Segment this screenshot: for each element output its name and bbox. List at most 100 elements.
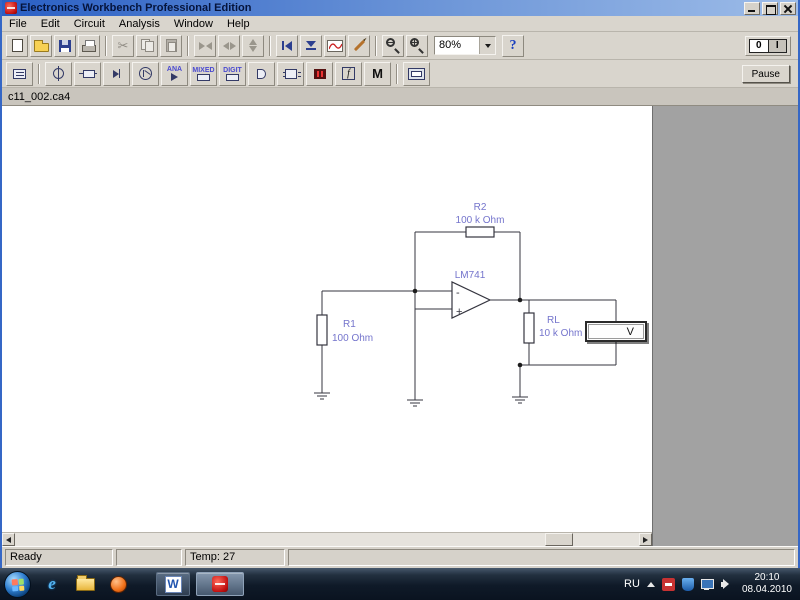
zoom-level-value[interactable]: 80% <box>435 37 479 54</box>
parts-bin-basic[interactable] <box>74 61 101 86</box>
back-step-button[interactable] <box>276 34 298 57</box>
ground-symbol-middle[interactable] <box>407 399 423 407</box>
flip-horizontal-icon <box>222 41 236 50</box>
save-button[interactable] <box>54 34 76 57</box>
start-button[interactable] <box>4 570 31 598</box>
scroll-right-button[interactable] <box>639 533 652 546</box>
ground-symbol-right[interactable] <box>512 396 528 404</box>
rl-ref-label[interactable]: RL <box>547 315 560 326</box>
r1-value-label[interactable]: 100 Ohm <box>332 333 373 344</box>
display-icon <box>313 68 326 79</box>
cut-button[interactable]: ✂ <box>112 34 134 57</box>
help-button[interactable]: ? <box>502 34 524 57</box>
opamp-ref-label[interactable]: LM741 <box>446 270 494 281</box>
flip-vertical-icon <box>249 39 257 52</box>
opamp-lm741[interactable]: - + <box>451 281 492 319</box>
document-title-bar[interactable]: c11_002.ca4 <box>2 88 798 106</box>
rl-value-label[interactable]: 10 k Ohm <box>539 328 582 339</box>
resistor-rl[interactable] <box>523 312 535 344</box>
rotate-button[interactable] <box>194 34 216 57</box>
ana-label: ANA <box>166 66 183 73</box>
ewb-icon <box>212 576 228 592</box>
menu-edit[interactable]: Edit <box>34 17 67 31</box>
tray-expand-chevron-icon[interactable] <box>646 581 655 587</box>
menu-window[interactable]: Window <box>167 17 220 31</box>
power-on-label: I <box>767 39 786 52</box>
minimize-button[interactable] <box>744 1 760 15</box>
tray-red-app-icon[interactable] <box>661 577 675 591</box>
parts-bin-digital-ics[interactable]: DIGIT <box>219 61 246 86</box>
menu-help[interactable]: Help <box>220 17 257 31</box>
system-tray: RU 20:10 08.04.2010 <box>624 572 796 596</box>
ie-launcher[interactable]: e <box>40 572 64 596</box>
ground-symbol-left[interactable] <box>314 392 330 400</box>
logic-gate-icon <box>257 68 266 79</box>
parts-bin-mixed-ics[interactable]: MIXED <box>190 61 217 86</box>
paste-button[interactable] <box>160 34 182 57</box>
power-switch[interactable]: 0 I <box>745 35 791 56</box>
tray-shield-icon[interactable] <box>681 577 694 591</box>
menu-circuit[interactable]: Circuit <box>67 17 112 31</box>
zoom-out-button[interactable] <box>382 34 404 57</box>
media-launcher[interactable] <box>106 572 130 596</box>
function-icon: f <box>342 67 355 80</box>
parts-bin-instruments[interactable] <box>403 61 430 86</box>
waveform-icon <box>327 39 343 52</box>
parts-bin-favorites[interactable] <box>6 61 33 86</box>
voltmeter[interactable]: V <box>585 321 647 342</box>
language-indicator[interactable]: RU <box>624 578 640 590</box>
resistor-r2[interactable] <box>465 226 495 238</box>
horizontal-scrollbar[interactable] <box>2 532 652 546</box>
wire-group[interactable] <box>321 231 617 400</box>
pen-icon <box>353 39 365 52</box>
toolbar-separator <box>375 35 377 56</box>
parts-bin-miscellaneous[interactable]: M <box>364 61 391 86</box>
menu-analysis[interactable]: Analysis <box>112 17 167 31</box>
parts-bin-digital[interactable] <box>277 61 304 86</box>
open-button[interactable] <box>30 34 52 57</box>
close-button[interactable] <box>780 1 796 15</box>
export-button[interactable] <box>300 34 322 57</box>
pause-button[interactable]: Pause <box>741 64 790 83</box>
display-graphs-button[interactable] <box>324 34 346 57</box>
properties-button[interactable] <box>348 34 370 57</box>
save-floppy-icon <box>59 39 71 52</box>
document-tab[interactable]: c11_002.ca4 <box>8 91 70 103</box>
taskbar-clock[interactable]: 20:10 08.04.2010 <box>742 572 792 596</box>
network-icon[interactable] <box>700 578 714 590</box>
scroll-left-button[interactable] <box>2 533 15 546</box>
new-button[interactable] <box>6 34 28 57</box>
parts-bin-analog-ics[interactable]: ANA <box>161 61 188 86</box>
zoom-dropdown-button[interactable] <box>479 37 495 54</box>
title-bar[interactable]: Electronics Workbench Professional Editi… <box>2 0 798 16</box>
r1-ref-label[interactable]: R1 <box>343 319 356 330</box>
r2-ref-label[interactable]: R2 <box>457 202 503 213</box>
chip-icon <box>197 73 210 81</box>
zoom-level-select[interactable]: 80% <box>434 36 496 55</box>
parts-bin-transistors[interactable] <box>132 61 159 86</box>
taskbar-button-ewb-active[interactable] <box>196 572 244 596</box>
explorer-launcher[interactable] <box>73 572 97 596</box>
flip-vertical-button[interactable] <box>242 34 264 57</box>
parts-bin-diodes[interactable] <box>103 61 130 86</box>
print-button[interactable] <box>78 34 100 57</box>
zoom-in-icon <box>409 38 425 54</box>
maximize-button[interactable] <box>762 1 778 15</box>
parts-bin-indicators[interactable] <box>306 61 333 86</box>
menu-bar: File Edit Circuit Analysis Window Help <box>2 16 798 32</box>
parts-bin-logic-gates[interactable] <box>248 61 275 86</box>
menu-file[interactable]: File <box>2 17 34 31</box>
zoom-in-button[interactable] <box>406 34 428 57</box>
taskbar-button-word[interactable]: W <box>156 572 190 596</box>
workspace: - + R2 100 k Ohm LM741 R1 100 Ohm RL 10 … <box>2 106 798 532</box>
r2-value-label[interactable]: 100 k Ohm <box>448 215 512 226</box>
copy-button[interactable] <box>136 34 158 57</box>
scrollbar-thumb[interactable] <box>545 533 573 546</box>
resistor-r1[interactable] <box>316 314 328 346</box>
opamp-plus-input: + <box>456 306 462 318</box>
flip-horizontal-button[interactable] <box>218 34 240 57</box>
volume-icon[interactable] <box>720 578 733 590</box>
circuit-canvas[interactable]: - + R2 100 k Ohm LM741 R1 100 Ohm RL 10 … <box>2 106 652 532</box>
parts-bin-sources[interactable] <box>45 61 72 86</box>
parts-bin-controls[interactable]: f <box>335 61 362 86</box>
